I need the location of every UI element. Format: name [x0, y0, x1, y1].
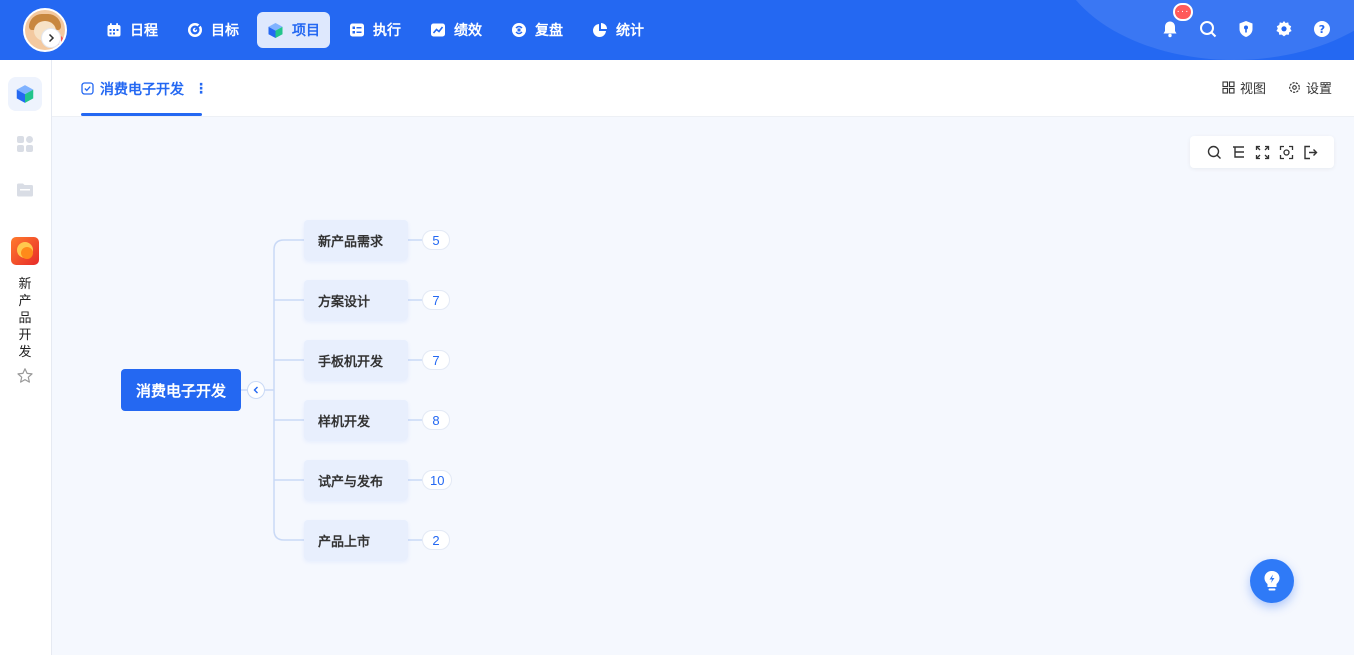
mindmap-child-node[interactable]: 产品上市: [304, 520, 408, 560]
task-count-badge[interactable]: 8: [422, 410, 450, 430]
mindmap-child-node[interactable]: 新产品需求: [304, 220, 408, 260]
collapse-button[interactable]: [247, 381, 265, 399]
task-count-badge[interactable]: 2: [422, 530, 450, 550]
chevron-right-icon: [48, 33, 55, 43]
chevron-left-icon: [253, 386, 258, 394]
sidebar-expand-button[interactable]: [41, 28, 61, 48]
lightbulb-icon: [1264, 571, 1280, 591]
ai-assistant-button[interactable]: [1250, 559, 1294, 603]
task-count-badge[interactable]: 5: [422, 230, 450, 250]
task-count-badge[interactable]: 10: [422, 470, 453, 490]
mindmap-connectors: [241, 239, 422, 541]
mindmap-root-node[interactable]: 消费电子开发: [121, 369, 241, 411]
mindmap-child-node[interactable]: 试产与发布: [304, 460, 408, 500]
mindmap-child-node[interactable]: 方案设计: [304, 280, 408, 320]
mindmap-child-node[interactable]: 手板机开发: [304, 340, 408, 380]
task-count-badge[interactable]: 7: [422, 290, 450, 310]
task-count-badge[interactable]: 7: [422, 350, 450, 370]
mindmap-child-node[interactable]: 样机开发: [304, 400, 408, 440]
